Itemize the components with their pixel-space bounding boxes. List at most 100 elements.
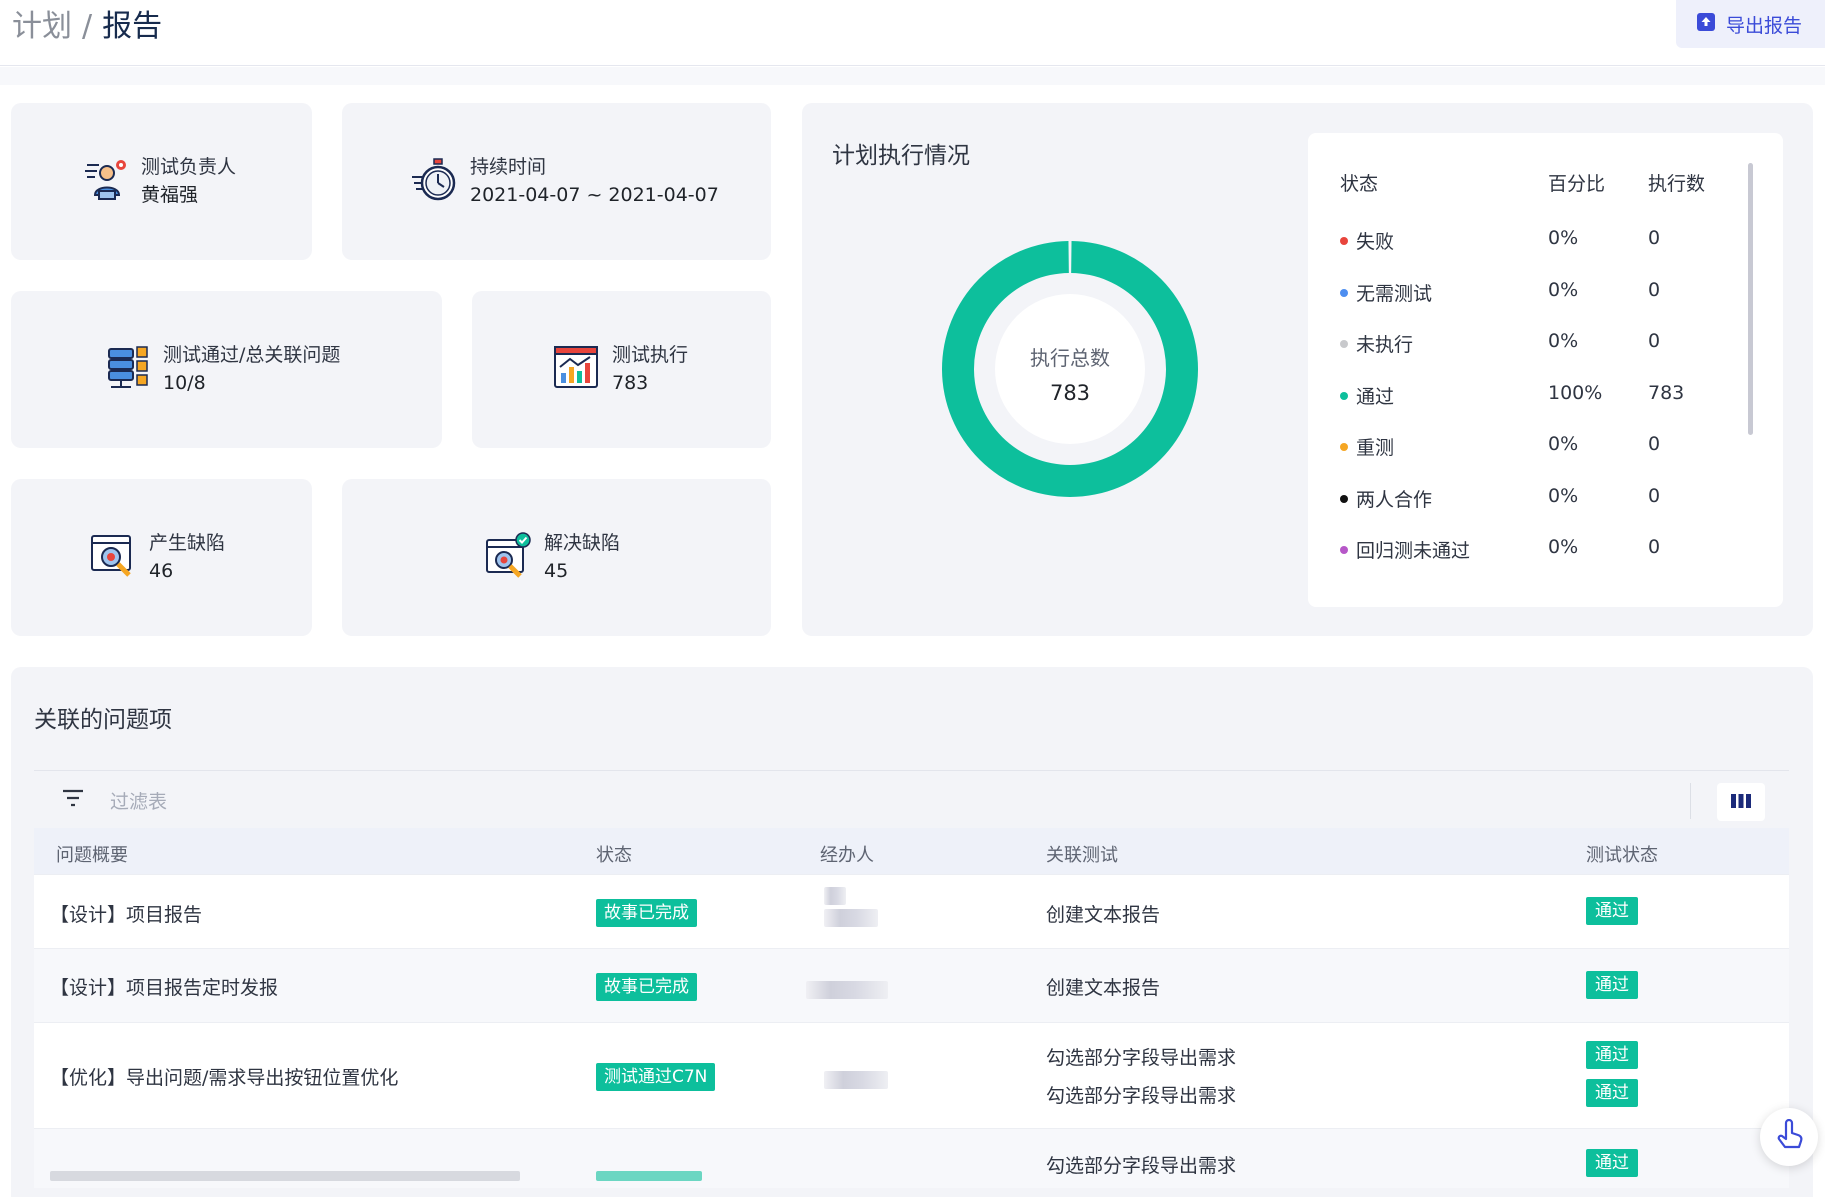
legend-header-percent: 百分比 bbox=[1548, 173, 1606, 195]
database-stack-icon bbox=[103, 343, 151, 395]
execution-legend: 状态 百分比 执行数 失败 0% 0 无需测试 0% 0 未执行 0% 0 通过… bbox=[1308, 133, 1783, 607]
col-assignee[interactable]: 经办人 bbox=[820, 841, 874, 867]
stopwatch-icon bbox=[410, 155, 458, 207]
legend-name: 通过 bbox=[1356, 386, 1395, 408]
legend-row-no-test: 无需测试 0% 0 bbox=[1308, 279, 1783, 309]
pass-issues-card: 测试通过/总关联问题 10/8 bbox=[11, 291, 442, 448]
legend-name: 回归测未通过 bbox=[1356, 540, 1471, 562]
duration-title: 持续时间 bbox=[470, 156, 547, 178]
col-status[interactable]: 状态 bbox=[596, 841, 632, 867]
column-settings-button[interactable] bbox=[1717, 783, 1765, 821]
header-divider-strip bbox=[0, 67, 1825, 85]
export-report-button[interactable]: 导出报告 bbox=[1676, 0, 1825, 48]
donut-center-label: 执行总数 bbox=[1030, 346, 1110, 370]
filter-icon[interactable] bbox=[62, 789, 84, 811]
test-status-tag: 通过 bbox=[1586, 897, 1638, 925]
issue-summary[interactable]: 【优化】导出问题/需求导出按钮位置优化 bbox=[50, 1063, 398, 1090]
table-row[interactable]: 【优化】导出问题/需求导出按钮位置优化 测试通过C7N 勾选部分字段导出需求 通… bbox=[34, 1022, 1789, 1128]
legend-count: 783 bbox=[1648, 382, 1685, 404]
legend-name: 失败 bbox=[1356, 231, 1395, 253]
issue-summary[interactable]: 【设计】项目报告 bbox=[50, 900, 202, 927]
defects-resolved-value: 45 bbox=[544, 560, 569, 582]
legend-dot bbox=[1340, 495, 1348, 503]
bug-resolved-icon bbox=[484, 531, 532, 583]
test-status-tag: 通过 bbox=[1586, 971, 1638, 999]
duration-card: 持续时间 2021-04-07 ~ 2021-04-07 bbox=[342, 103, 771, 260]
col-summary[interactable]: 问题概要 bbox=[56, 841, 128, 867]
legend-percent: 0% bbox=[1548, 485, 1579, 507]
table-toolbar: 过滤表 bbox=[34, 770, 1789, 828]
defects-resolved-card: 解决缺陷 45 bbox=[342, 479, 771, 636]
legend-name: 未执行 bbox=[1356, 334, 1414, 356]
owner-title: 测试负责人 bbox=[141, 156, 237, 178]
bug-search-icon bbox=[89, 531, 137, 583]
legend-row-retest: 重测 0% 0 bbox=[1308, 433, 1783, 463]
legend-name: 无需测试 bbox=[1356, 283, 1433, 305]
defects-created-title: 产生缺陷 bbox=[149, 532, 226, 554]
breadcrumb-plan[interactable]: 计划 bbox=[12, 9, 72, 44]
defects-created-value: 46 bbox=[149, 560, 174, 582]
col-test-status[interactable]: 测试状态 bbox=[1586, 841, 1658, 867]
assignee-avatar-blurred bbox=[824, 887, 846, 905]
legend-count: 0 bbox=[1648, 279, 1661, 301]
legend-dot bbox=[1340, 443, 1348, 451]
legend-percent: 0% bbox=[1548, 330, 1579, 352]
filter-input[interactable]: 过滤表 bbox=[110, 787, 167, 814]
issue-status-tag: 故事已完成 bbox=[596, 973, 697, 1001]
breadcrumb: 计划 / 报告 bbox=[12, 6, 162, 48]
legend-row-not-run: 未执行 0% 0 bbox=[1308, 330, 1783, 360]
linked-test[interactable]: 勾选部分字段导出需求 bbox=[1046, 1043, 1236, 1070]
breadcrumb-report: 报告 bbox=[102, 9, 163, 44]
legend-scrollbar[interactable] bbox=[1748, 163, 1753, 435]
table-row[interactable]: 【设计】项目报告定时发报 故事已完成 创建文本报告 通过 bbox=[34, 948, 1789, 1022]
breadcrumb-separator: / bbox=[82, 9, 93, 44]
touch-hand-icon bbox=[1774, 1118, 1804, 1155]
legend-dot bbox=[1340, 237, 1348, 245]
export-icon bbox=[1696, 12, 1716, 36]
legend-header-status: 状态 bbox=[1340, 173, 1379, 195]
legend-dot bbox=[1340, 546, 1348, 554]
col-tests[interactable]: 关联测试 bbox=[1046, 841, 1118, 867]
owner-value: 黄福强 bbox=[141, 184, 199, 206]
issue-summary-cutoff bbox=[50, 1171, 520, 1181]
table-row[interactable]: 【设计】项目报告 故事已完成 创建文本报告 通过 bbox=[34, 874, 1789, 948]
legend-percent: 100% bbox=[1548, 382, 1603, 404]
floating-help-button[interactable] bbox=[1760, 1108, 1818, 1166]
execution-title: 计划执行情况 bbox=[832, 143, 970, 169]
legend-count: 0 bbox=[1648, 485, 1661, 507]
legend-count: 0 bbox=[1648, 330, 1661, 352]
executions-title: 测试执行 bbox=[612, 344, 689, 366]
linked-test[interactable]: 勾选部分字段导出需求 bbox=[1046, 1081, 1236, 1108]
test-status-tag: 通过 bbox=[1586, 1041, 1638, 1069]
issue-status-tag: 测试通过C7N bbox=[596, 1063, 716, 1091]
chart-board-icon bbox=[552, 343, 600, 395]
issue-summary[interactable]: 【设计】项目报告定时发报 bbox=[50, 973, 278, 1000]
legend-row-pair: 两人合作 0% 0 bbox=[1308, 485, 1783, 515]
legend-percent: 0% bbox=[1548, 227, 1579, 249]
pass-issues-title: 测试通过/总关联问题 bbox=[163, 344, 341, 366]
legend-dot bbox=[1340, 340, 1348, 348]
linked-test[interactable]: 创建文本报告 bbox=[1046, 973, 1160, 1000]
legend-row-fail: 失败 0% 0 bbox=[1308, 227, 1783, 257]
legend-name: 两人合作 bbox=[1356, 489, 1433, 511]
linked-test[interactable]: 勾选部分字段导出需求 bbox=[1046, 1151, 1236, 1178]
executions-value: 783 bbox=[612, 372, 649, 394]
defects-resolved-title: 解决缺陷 bbox=[544, 532, 621, 554]
table-row[interactable]: 勾选部分字段导出需求 通过 bbox=[34, 1128, 1789, 1188]
assignee-name-blurred bbox=[824, 909, 878, 927]
export-label: 导出报告 bbox=[1726, 14, 1803, 37]
issue-status-tag: 故事已完成 bbox=[596, 899, 697, 927]
legend-percent: 0% bbox=[1548, 433, 1579, 455]
legend-percent: 0% bbox=[1548, 279, 1579, 301]
test-status-tag: 通过 bbox=[1586, 1149, 1638, 1177]
owner-card: 测试负责人 黄福强 bbox=[11, 103, 312, 260]
issues-title: 关联的问题项 bbox=[34, 707, 172, 733]
execution-donut-chart: 执行总数 783 bbox=[942, 241, 1198, 497]
legend-row-pass: 通过 100% 783 bbox=[1308, 382, 1783, 412]
legend-count: 0 bbox=[1648, 433, 1661, 455]
columns-icon bbox=[1731, 793, 1751, 812]
linked-test[interactable]: 创建文本报告 bbox=[1046, 900, 1160, 927]
legend-count: 0 bbox=[1648, 536, 1661, 558]
legend-header-count: 执行数 bbox=[1648, 173, 1706, 195]
tester-person-icon bbox=[81, 155, 129, 207]
